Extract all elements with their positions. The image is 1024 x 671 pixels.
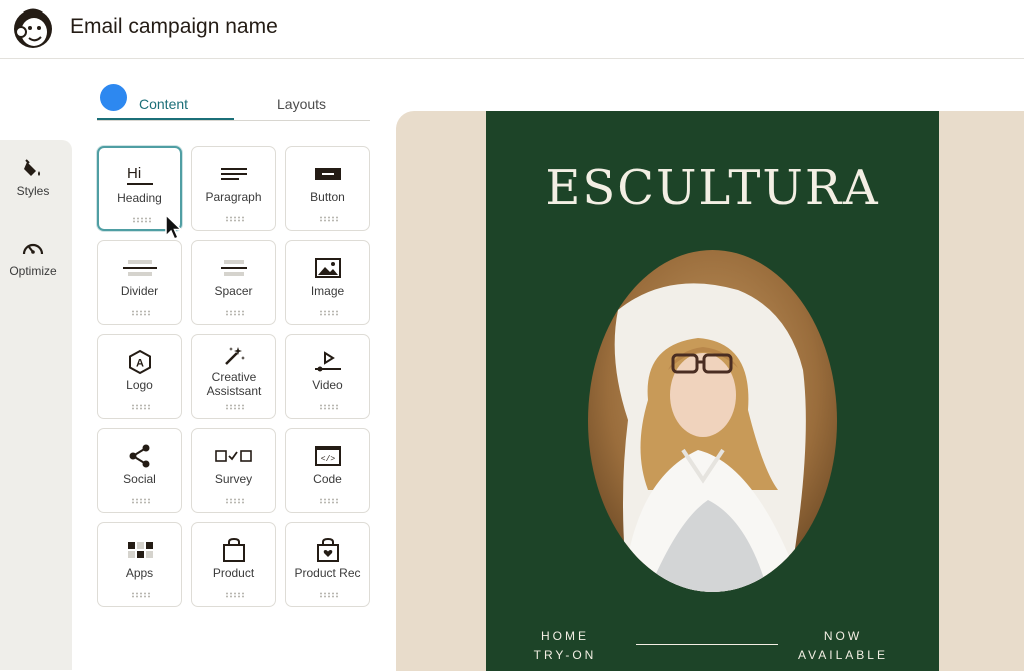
- block-label: Logo: [126, 378, 153, 392]
- paint-bucket-icon: [24, 159, 40, 176]
- block-label: Survey: [214, 472, 253, 486]
- block-label: Apps: [125, 566, 154, 580]
- block-button[interactable]: Button: [285, 146, 370, 231]
- block-spacer[interactable]: Spacer: [191, 240, 276, 325]
- block-label: Product Rec: [294, 566, 361, 580]
- block-label: Video: [312, 378, 343, 392]
- drag-handle[interactable]: [225, 592, 245, 598]
- block-product-rec[interactable]: Product Rec: [285, 522, 370, 607]
- drag-handle[interactable]: [319, 592, 339, 598]
- block-label: Paragraph: [205, 190, 262, 204]
- campaign-title[interactable]: Email campaign name: [70, 15, 278, 39]
- block-label: Heading: [117, 191, 162, 205]
- block-label: Product: [212, 566, 255, 580]
- drag-handle[interactable]: [132, 217, 152, 223]
- block-code[interactable]: </> Code: [285, 428, 370, 513]
- drag-handle[interactable]: [225, 404, 245, 410]
- drag-handle[interactable]: [225, 216, 245, 222]
- block-image[interactable]: Image: [285, 240, 370, 325]
- cta-now-available[interactable]: NOW AVAILABLE: [790, 627, 896, 665]
- status-dot: [100, 84, 127, 111]
- drag-handle[interactable]: [319, 404, 339, 410]
- block-social[interactable]: Social: [97, 428, 182, 513]
- video-icon: [314, 351, 341, 372]
- magic-wand-icon: [224, 347, 245, 365]
- rail-item-label: Styles: [16, 184, 50, 198]
- drag-handle[interactable]: [131, 592, 151, 598]
- block-label: Social: [123, 472, 156, 486]
- brand-wordmark: ESCULTURA: [545, 160, 880, 216]
- drag-handle[interactable]: [319, 310, 339, 316]
- share-icon: [129, 444, 149, 468]
- side-rail: Styles Optimize: [0, 140, 72, 670]
- app-header: Email campaign name: [0, 0, 1024, 59]
- drag-handle[interactable]: [319, 498, 339, 504]
- block-product[interactable]: Product: [191, 522, 276, 607]
- svg-text:</>: </>: [320, 455, 335, 464]
- apps-icon: [127, 542, 153, 558]
- block-label: Divider: [120, 284, 159, 298]
- tab-content[interactable]: Content: [139, 96, 188, 112]
- drag-handle[interactable]: [225, 498, 245, 504]
- bag-heart-icon: [316, 537, 339, 562]
- heading-icon: Hi: [126, 165, 153, 185]
- tab-layouts[interactable]: Layouts: [277, 96, 326, 112]
- active-tab-indicator: [97, 118, 234, 120]
- rail-item-styles[interactable]: Styles: [0, 158, 66, 198]
- drag-handle[interactable]: [225, 310, 245, 316]
- svg-text:A: A: [136, 358, 144, 370]
- block-video[interactable]: Video: [285, 334, 370, 419]
- survey-icon: [214, 450, 252, 462]
- block-label: Button: [310, 190, 345, 204]
- drag-handle[interactable]: [131, 404, 151, 410]
- content-tabs: Content Layouts: [97, 83, 370, 121]
- drag-handle[interactable]: [131, 498, 151, 504]
- block-divider[interactable]: Divider: [97, 240, 182, 325]
- logo-icon: A: [128, 349, 151, 375]
- block-survey[interactable]: Survey: [191, 428, 276, 513]
- block-label: Spacer: [214, 284, 253, 298]
- block-label: Creative Assistsant: [206, 370, 262, 398]
- drag-handle[interactable]: [319, 216, 339, 222]
- block-label: Code: [313, 472, 342, 486]
- footer-divider: [636, 644, 778, 645]
- divider-icon: [122, 260, 157, 276]
- code-icon: </>: [314, 446, 341, 466]
- button-icon: [314, 168, 341, 180]
- drag-handle[interactable]: [131, 310, 151, 316]
- block-creative-assistant[interactable]: Creative Assistsant: [191, 334, 276, 419]
- block-apps[interactable]: Apps: [97, 522, 182, 607]
- image-icon: [314, 258, 341, 278]
- gauge-icon: [22, 243, 44, 255]
- mouse-cursor-icon: [165, 214, 183, 240]
- block-paragraph[interactable]: Paragraph: [191, 146, 276, 231]
- paragraph-icon: [220, 168, 247, 180]
- mailchimp-logo-icon[interactable]: [10, 5, 56, 51]
- hero-portrait-image[interactable]: [588, 250, 837, 592]
- spacer-icon: [220, 260, 247, 276]
- block-logo[interactable]: A Logo: [97, 334, 182, 419]
- svg-text:Hi: Hi: [127, 165, 141, 182]
- cta-home-try-on[interactable]: HOME TRY-ON: [520, 627, 610, 665]
- shopping-bag-icon: [222, 537, 245, 562]
- block-label: Image: [310, 284, 345, 298]
- rail-item-optimize[interactable]: Optimize: [0, 238, 66, 278]
- rail-item-label: Optimize: [9, 264, 57, 278]
